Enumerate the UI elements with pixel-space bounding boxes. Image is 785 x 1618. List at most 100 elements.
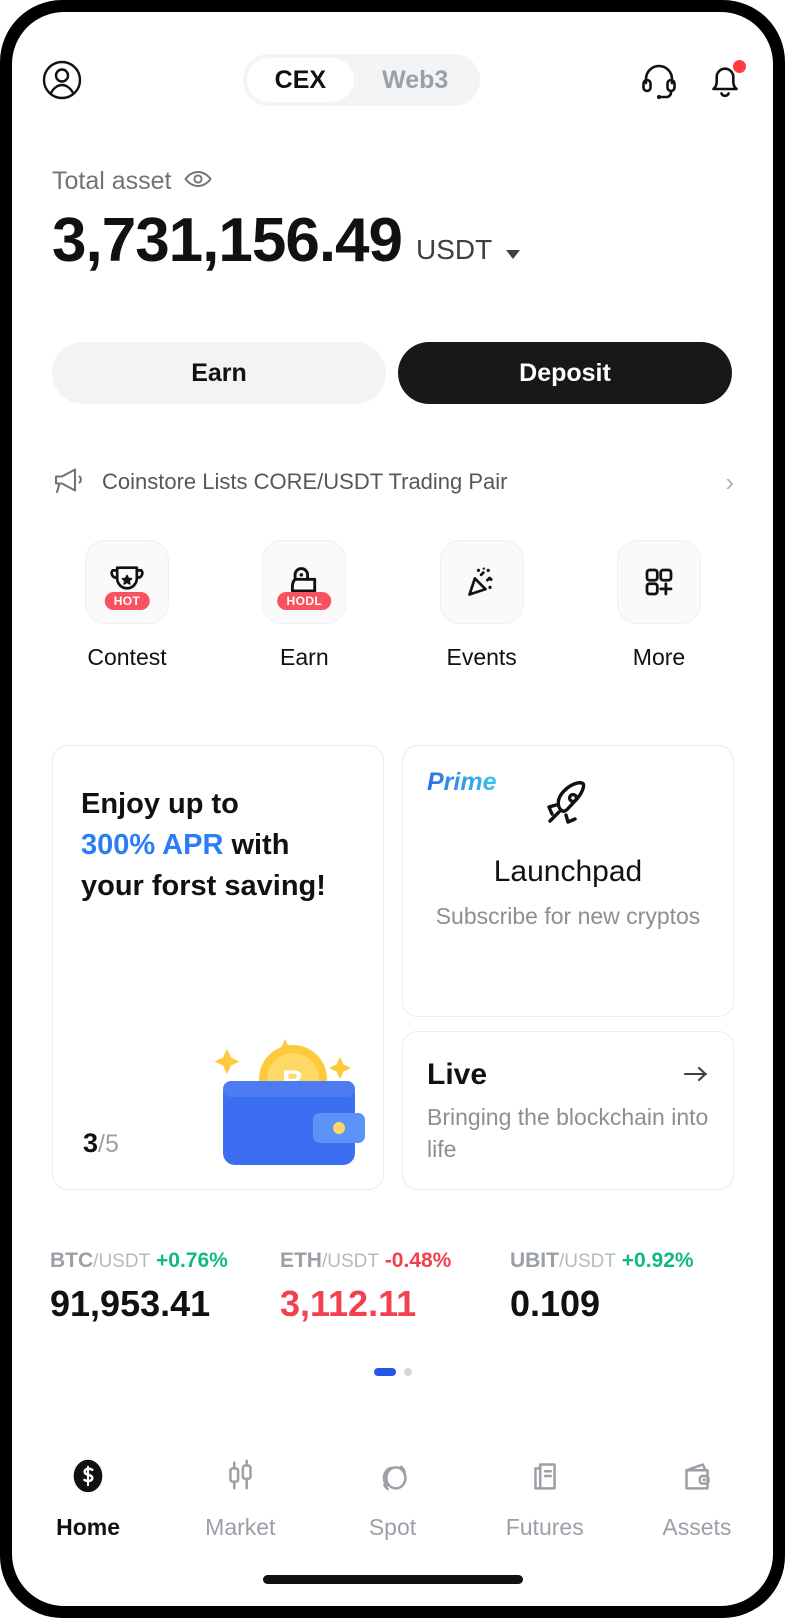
bell-icon[interactable] [705, 60, 746, 100]
ticker-base: UBIT [509, 1249, 559, 1272]
launchpad-card[interactable]: Prime Launchpad Subscribe for new crypto… [402, 745, 734, 1017]
nav-item-home[interactable]: Home [12, 1455, 164, 1541]
savings-promo-card[interactable]: Enjoy up to 300% APR with your forst sav… [52, 745, 384, 1190]
contest-badge: HOT [104, 592, 150, 610]
pagination-dot-active[interactable] [373, 1368, 396, 1376]
counter-current: 3 [83, 1128, 99, 1158]
quick-action-label: Earn [280, 644, 329, 670]
nav-item-market[interactable]: Market [164, 1455, 316, 1541]
more-tile[interactable] [616, 540, 701, 624]
carousel-counter: 3/5 [83, 1128, 119, 1159]
ticker-quote: /USDT [321, 1251, 379, 1272]
spot-swap-icon [372, 1455, 414, 1502]
nav-label: Market [205, 1514, 276, 1540]
quick-actions-row: HOT Contest HODL Earn Events More [52, 540, 734, 671]
carousel-pagination[interactable] [12, 1368, 773, 1376]
quick-action-more[interactable]: More [584, 540, 734, 671]
ticker-row: BTC/USDT +0.76% 91,953.41 ETH/USDT -0.48… [50, 1249, 740, 1325]
nav-label: Home [56, 1514, 121, 1540]
primary-actions: Earn Deposit [52, 342, 732, 404]
events-tile[interactable] [439, 540, 524, 624]
ticker-change: +0.92% [621, 1249, 694, 1272]
nav-label: Spot [368, 1514, 417, 1540]
nav-item-assets[interactable]: Assets [621, 1455, 773, 1541]
user-circle-icon[interactable] [40, 58, 84, 102]
total-asset-block: Total asset 3,731,156.49 USDT [52, 167, 521, 275]
ticker-quote: /USDT [558, 1251, 616, 1272]
tab-cex[interactable]: CEX [246, 58, 355, 102]
deposit-button[interactable]: Deposit [398, 342, 732, 404]
candlestick-icon [219, 1455, 261, 1502]
promo-line2-rest: with [223, 829, 290, 862]
promo-line1: Enjoy up to [81, 788, 239, 820]
ticker-base: BTC [50, 1249, 94, 1272]
counter-total: /5 [98, 1130, 119, 1158]
chevron-down-icon[interactable] [506, 250, 521, 259]
grid-plus-icon [645, 568, 673, 596]
ticker-price: 3,112.11 [279, 1283, 417, 1324]
chevron-right-icon[interactable]: › [725, 467, 734, 498]
live-subtitle: Bringing the blockchain into life [427, 1104, 709, 1162]
promo-cards-row: Enjoy up to 300% APR with your forst sav… [52, 745, 734, 1190]
ticker-base: ETH [279, 1249, 322, 1272]
nav-label: Assets [662, 1514, 732, 1540]
arrow-right-icon[interactable] [683, 1060, 709, 1091]
top-bar-actions [639, 60, 746, 100]
tab-web3[interactable]: Web3 [354, 58, 476, 102]
quick-action-contest[interactable]: HOT Contest [52, 540, 202, 671]
prime-tag: Prime [427, 768, 497, 796]
earn-tile[interactable]: HODL [262, 540, 347, 624]
ticker-change: -0.48% [384, 1249, 452, 1272]
ticker-item[interactable]: UBIT/USDT +0.92% 0.109 [510, 1249, 740, 1325]
cex-web3-toggle[interactable]: CEX Web3 [242, 54, 481, 106]
total-asset-label-row: Total asset [52, 167, 520, 196]
launchpad-title: Launchpad [493, 855, 643, 888]
ticker-head: ETH/USDT -0.48% [280, 1249, 510, 1273]
megaphone-icon [52, 465, 86, 500]
live-title: Live [427, 1058, 488, 1091]
total-asset-label: Total asset [52, 167, 172, 195]
ticker-change: +0.76% [156, 1249, 228, 1272]
promo-line3: your forst saving! [81, 870, 326, 903]
earn-badge: HODL [277, 592, 332, 610]
document-chart-icon [524, 1455, 566, 1502]
announcement-bar[interactable]: Coinstore Lists CORE/USDT Trading Pair › [52, 458, 734, 506]
phone-frame: CEX Web3 Total asset 3,731,156.49 USDT E… [0, 0, 785, 1618]
total-asset-amount: 3,731,156.49 [52, 206, 403, 275]
ticker-price: 91,953.41 [50, 1283, 211, 1324]
bottom-nav: Home Market Spot Futures Assets [12, 1442, 773, 1554]
promo-text: Enjoy up to 300% APR with your forst sav… [81, 784, 355, 908]
ticker-price: 0.109 [509, 1283, 601, 1324]
quick-action-earn[interactable]: HODL Earn [229, 540, 379, 671]
earn-button[interactable]: Earn [52, 342, 386, 404]
quick-action-events[interactable]: Events [407, 540, 557, 671]
right-cards-column: Prime Launchpad Subscribe for new crypto… [402, 745, 734, 1190]
wallet-icon [676, 1455, 718, 1502]
ticker-quote: /USDT [93, 1251, 151, 1272]
promo-highlight: 300% APR [81, 829, 224, 862]
quick-action-label: More [632, 644, 686, 670]
ticker-item[interactable]: ETH/USDT -0.48% 3,112.11 [280, 1249, 510, 1325]
live-card[interactable]: Live Bringing the blockchain into life [402, 1031, 734, 1190]
nav-item-futures[interactable]: Futures [469, 1455, 621, 1541]
quick-action-label: Contest [87, 644, 167, 670]
nav-item-spot[interactable]: Spot [316, 1455, 468, 1541]
notification-badge-dot [732, 60, 746, 73]
pagination-dot[interactable] [403, 1368, 412, 1376]
total-asset-amount-row: 3,731,156.49 USDT [52, 206, 521, 275]
nav-label: Futures [505, 1514, 584, 1540]
headset-icon[interactable] [639, 60, 679, 100]
currency-label[interactable]: USDT [416, 234, 492, 272]
ticker-head: BTC/USDT +0.76% [50, 1249, 280, 1273]
ticker-item[interactable]: BTC/USDT +0.76% 91,953.41 [50, 1249, 280, 1325]
eye-icon[interactable] [183, 169, 212, 194]
home-indicator [262, 1575, 523, 1584]
party-popper-icon [467, 567, 493, 596]
contest-tile[interactable]: HOT [85, 540, 169, 624]
quick-action-label: Events [446, 644, 517, 670]
app-screen: CEX Web3 Total asset 3,731,156.49 USDT E… [12, 12, 773, 1606]
top-bar: CEX Web3 [12, 48, 773, 112]
ticker-head: UBIT/USDT +0.92% [510, 1249, 740, 1273]
coinstore-logo-icon [67, 1455, 109, 1502]
launchpad-subtitle: Subscribe for new cryptos [435, 903, 701, 929]
